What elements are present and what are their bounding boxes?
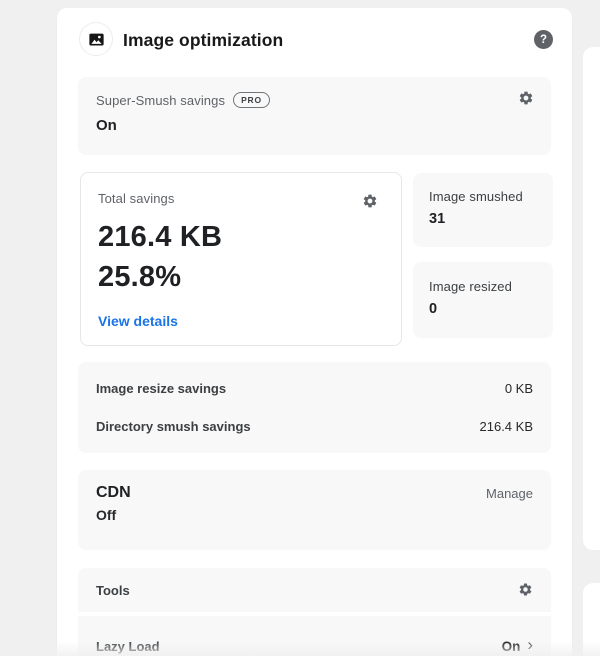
cdn-label: CDN [96,484,131,501]
image-resized-card: Image resized 0 [413,262,553,338]
total-savings-label: Total savings [98,191,175,206]
savings-breakdown-card: Image resize savings 0 KB Directory smus… [78,362,551,453]
image-smushed-card: Image smushed 31 [413,173,553,247]
adjacent-widget-partial-bottom [583,583,600,656]
super-smush-card: Super-Smush savings PRO On [78,77,551,155]
lazy-load-status: On [501,638,521,654]
image-resized-value: 0 [429,301,438,317]
table-row: Image resize savings 0 KB [96,381,533,396]
pro-badge: PRO [233,92,270,109]
cdn-status: Off [96,507,117,523]
super-smush-settings-gear-icon[interactable] [518,90,534,106]
image-optimization-widget: Image optimization ? Super-Smush savings… [57,8,572,656]
directory-savings-label: Directory smush savings [96,419,251,435]
total-savings-kb: 216.4 KB [98,221,223,253]
tools-label: Tools [96,582,130,598]
total-savings-settings-gear-icon[interactable] [362,193,378,209]
chevron-right-icon: › [527,635,533,654]
total-savings-card: Total savings 216.4 KB 25.8% View detail… [80,172,402,346]
resize-savings-label: Image resize savings [96,380,227,396]
lazy-load-row[interactable]: Lazy Load On › [78,616,551,656]
page-title: Image optimization [123,30,284,50]
dashboard-page: Image optimization ? Super-Smush savings… [0,0,600,656]
super-smush-status: On [96,117,117,135]
super-smush-label: Super-Smush savings [96,92,226,108]
tools-settings-gear-icon[interactable] [518,582,533,597]
table-row: Directory smush savings 216.4 KB [96,419,533,434]
resize-savings-value: 0 KB [504,380,533,396]
directory-savings-value: 216.4 KB [479,419,534,435]
image-icon [79,22,113,56]
lazy-load-label: Lazy Load [96,638,160,654]
cdn-card: CDN Off Manage [78,470,551,550]
adjacent-widget-partial-top [583,47,600,550]
image-smushed-label: Image smushed [429,189,523,204]
tools-header: Tools [78,568,551,612]
view-details-link[interactable]: View details [98,313,178,329]
image-resized-label: Image resized [429,279,512,294]
image-smushed-value: 31 [429,211,446,227]
help-icon[interactable]: ? [534,30,553,49]
total-savings-percent: 25.8% [98,261,182,294]
cdn-manage-link[interactable]: Manage [486,486,533,501]
